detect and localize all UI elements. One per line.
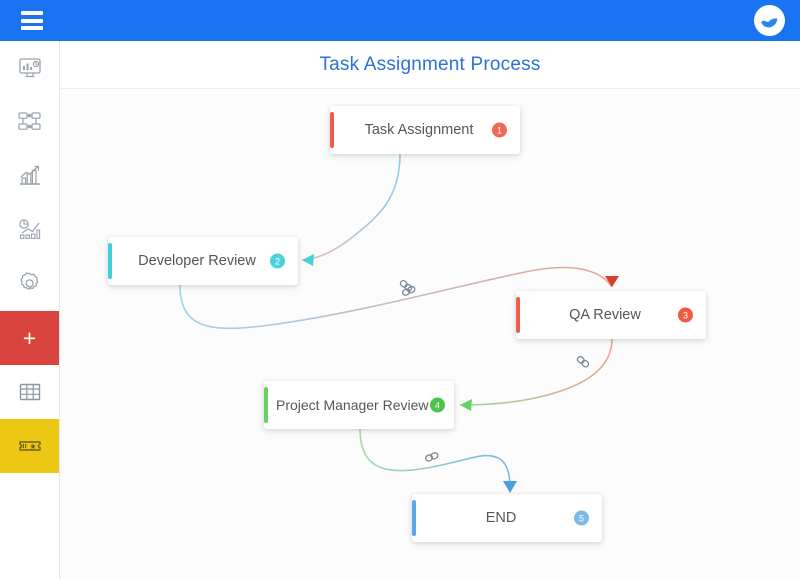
node-label: Project Manager Review: [276, 397, 429, 413]
node-developer-review[interactable]: Developer Review 2: [108, 237, 298, 285]
edge-task-assignment-to-developer-review: [301, 153, 401, 261]
sidebar-item-table[interactable]: [0, 365, 59, 419]
node-badge[interactable]: 5: [574, 510, 589, 526]
arrowhead-end: [503, 481, 517, 493]
node-qa-review[interactable]: QA Review 3: [516, 291, 706, 339]
node-end[interactable]: END 5: [412, 494, 602, 542]
plus-icon: +: [22, 324, 37, 351]
node-task-assignment[interactable]: Task Assignment 1: [330, 106, 520, 154]
chain-link-icon-edge-2[interactable]: [401, 283, 417, 299]
page-title: Task Assignment Process: [319, 53, 541, 75]
node-badge[interactable]: 1: [492, 122, 507, 138]
chain-link-icon-edge-3[interactable]: [575, 354, 591, 370]
node-accent-bar: [412, 500, 416, 536]
sidebar-item-settings[interactable]: [0, 257, 59, 311]
dashboard-monitor-icon: [18, 58, 41, 78]
sidebar-item-dashboard[interactable]: [0, 41, 59, 95]
chain-link-icon-edge-4[interactable]: [424, 449, 440, 465]
arrowhead-project-manager-review: [460, 399, 472, 411]
left-sidebar: +: [0, 41, 60, 579]
sidebar-item-bar-chart[interactable]: [0, 149, 59, 203]
arrowhead-developer-review: [302, 254, 314, 266]
gear-settings-icon: [19, 272, 38, 290]
brand-wave-glyph: [758, 9, 781, 32]
node-accent-bar: [264, 387, 268, 423]
sidebar-item-flowchart[interactable]: [0, 95, 59, 149]
ticket-star-icon: [18, 441, 41, 451]
flowchart-canvas[interactable]: Task Assignment 1 Developer Review 2 QA …: [60, 89, 800, 579]
node-accent-bar: [330, 112, 334, 148]
node-accent-bar: [108, 243, 112, 279]
sidebar-item-analytics[interactable]: [0, 203, 59, 257]
sidebar-item-add-new[interactable]: +: [0, 311, 59, 365]
analytics-chart-icon: [18, 219, 40, 239]
sidebar-item-tickets[interactable]: [0, 419, 59, 473]
brand-wave-logo-icon[interactable]: [754, 5, 785, 36]
application-window: + Task Assignment Process Task Assignmen…: [0, 0, 800, 579]
node-badge[interactable]: 2: [270, 253, 285, 269]
node-accent-bar: [516, 297, 520, 333]
node-badge[interactable]: 3: [678, 307, 693, 323]
node-badge[interactable]: 4: [430, 397, 445, 413]
canvas-header: Task Assignment Process: [60, 41, 800, 89]
edge-qa-review-to-project-manager-review: [459, 338, 613, 406]
bar-chart-icon: [19, 165, 40, 185]
node-project-manager-review[interactable]: Project Manager Review 4: [264, 381, 454, 429]
grid-table-icon: [19, 383, 40, 401]
flowchart-diagram-icon: [17, 112, 41, 130]
hamburger-menu-icon[interactable]: [21, 11, 43, 30]
top-navigation-bar: [0, 0, 800, 41]
